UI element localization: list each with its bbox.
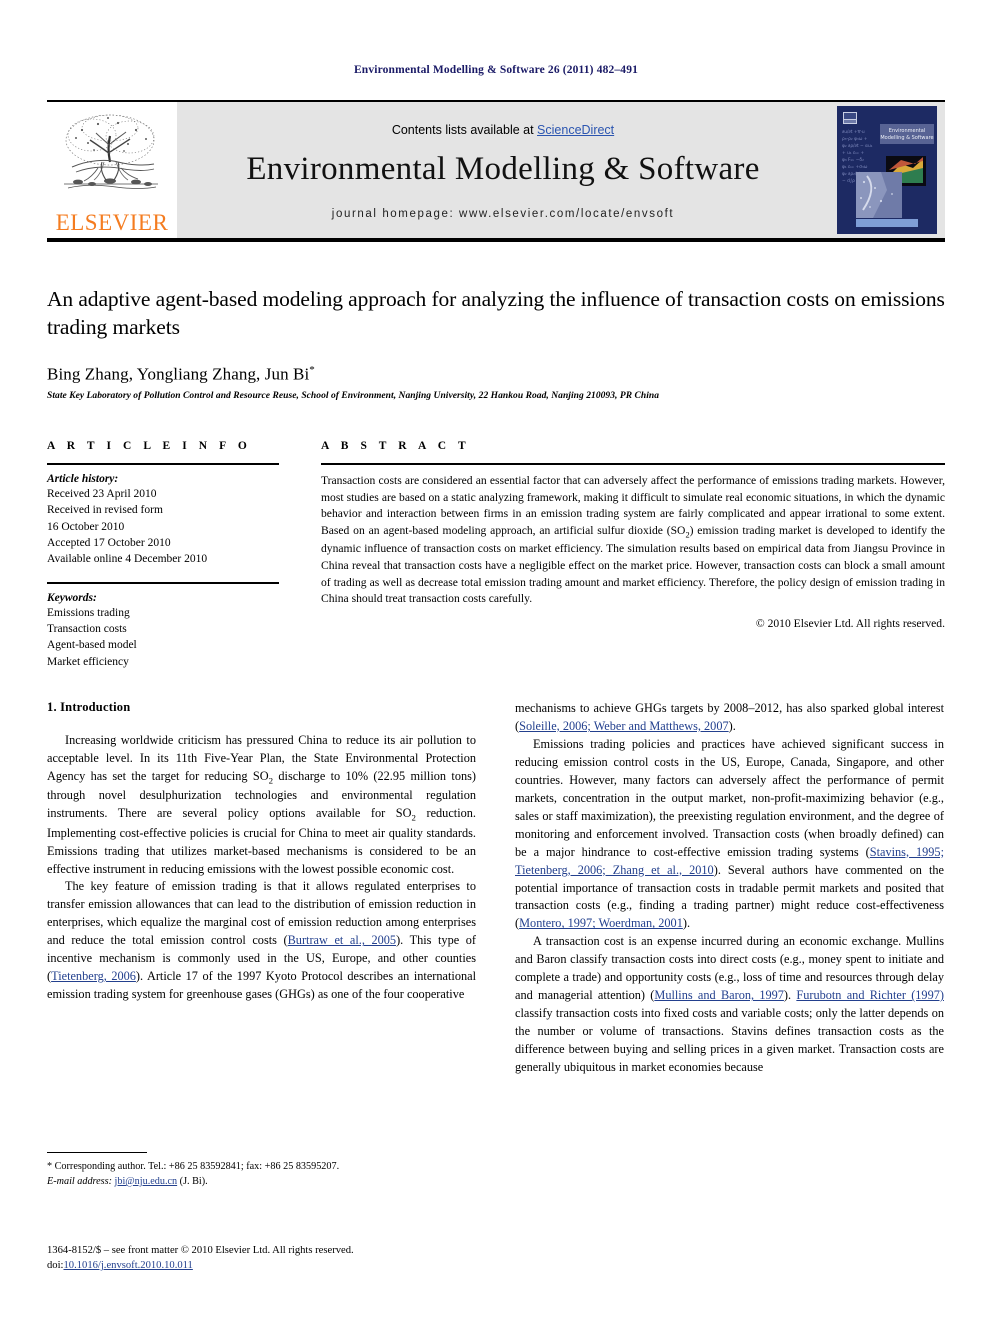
column-gutter <box>279 440 321 670</box>
keyword-item: Market efficiency <box>47 655 129 668</box>
para-text: ). <box>682 916 691 931</box>
citation-link[interactable]: Montero, 1997; Woerdman, 2001 <box>519 916 683 930</box>
journal-masthead: ELSEVIER Contents lists available at Sci… <box>47 100 945 242</box>
keyword-item: Agent-based model <box>47 639 137 652</box>
running-head: Environmental Modelling & Software 26 (2… <box>353 64 638 76</box>
contents-available-line: Contents lists available at ScienceDirec… <box>392 123 614 137</box>
contents-prefix: Contents lists available at <box>391 122 538 137</box>
abstract-column: A B S T R A C T Transaction costs are co… <box>321 440 945 670</box>
footnote-rule <box>47 1152 147 1153</box>
body-right-column: mechanisms to achieve GHGs targets by 20… <box>515 700 944 1220</box>
footnote-contact-text: Corresponding author. Tel.: +86 25 83592… <box>52 1161 340 1172</box>
article-title: An adaptive agent-based modeling approac… <box>47 287 945 340</box>
paper-page: Environmental Modelling & Software 26 (2… <box>0 0 992 1323</box>
journal-banner: Contents lists available at ScienceDirec… <box>177 102 829 238</box>
author-list: Bing Zhang, Yongliang Zhang, Jun Bi* <box>47 364 945 385</box>
citation-link[interactable]: Furubotn and Richter (1997) <box>796 988 944 1002</box>
footnote-email-line: E-mail address: jbi@nju.edu.cn (J. Bi). <box>47 1175 476 1190</box>
para-text: Emissions trading policies and practices… <box>515 736 944 859</box>
journal-cover-thumbnail: ∂u/∂t +∇·u ρ₃-ρ₂ φ₃ω + φ₂ ∂ρ/∂t − αu₁ + … <box>837 106 937 234</box>
section-heading-introduction: 1. Introduction <box>47 700 131 714</box>
citation-link[interactable]: Soleille, 2006; Weber and Matthews, 2007 <box>519 719 729 733</box>
front-matter-line: 1364-8152/$ – see front matter © 2010 El… <box>47 1245 354 1256</box>
masthead-bottom-rule <box>47 238 945 242</box>
elsevier-tree-icon <box>58 110 166 210</box>
journal-title: Environmental Modelling & Software <box>246 150 760 187</box>
keywords-rule <box>47 581 279 584</box>
history-online: Available online 4 December 2010 <box>47 553 208 566</box>
svg-text:φ₃ Fₖₖ −δ₂: φ₃ Fₖₖ −δ₂ <box>842 157 864 163</box>
citation-link[interactable]: Mullins and Baron, 1997 <box>654 988 784 1002</box>
para-text: ). <box>783 988 797 1003</box>
keyword-item: Transaction costs <box>47 622 127 635</box>
citation-link[interactable]: Tietenberg, 2006 <box>51 969 136 983</box>
email-suffix: (J. Bi). <box>177 1175 208 1187</box>
email-address-label: E-mail address: <box>47 1175 112 1187</box>
page-footer: 1364-8152/$ – see front matter © 2010 El… <box>47 1243 747 1274</box>
abstract-rule <box>321 463 945 465</box>
body-columns: 1. Introduction Increasing worldwide cri… <box>47 700 945 1220</box>
keywords-label: Keywords: <box>47 591 97 604</box>
article-history-label: Article history: <box>47 473 119 485</box>
author-names: Bing Zhang, Yongliang Zhang, Jun Bi <box>47 364 310 384</box>
abstract-heading: A B S T R A C T <box>321 440 471 452</box>
para-text: classify transaction costs into fixed co… <box>515 1006 944 1075</box>
svg-text:ρ₃-ρ₂ φ₃ω +: ρ₃-ρ₂ φ₃ω + <box>842 136 868 142</box>
abstract-text: Transaction costs are considered an esse… <box>321 473 945 608</box>
svg-text:φ₁ εₖₖ +σ₃ω: φ₁ εₖₖ +σ₃ω <box>842 164 868 170</box>
doi-link[interactable]: 10.1016/j.envsoft.2010.10.011 <box>63 1260 192 1271</box>
affiliation: State Key Laboratory of Pollution Contro… <box>47 391 660 402</box>
history-revised-label: Received in revised form <box>47 504 163 517</box>
email-link[interactable]: jbi@nju.edu.cn <box>115 1176 178 1187</box>
paragraph: Increasing worldwide criticism has press… <box>47 732 476 878</box>
elsevier-logo: ELSEVIER <box>47 102 177 238</box>
article-info-column: A R T I C L E I N F O Article history: R… <box>47 440 279 670</box>
journal-homepage[interactable]: journal homepage: www.elsevier.com/locat… <box>332 208 674 220</box>
svg-text:φ₂ ∂ρ/∂t − αu₁: φ₂ ∂ρ/∂t − αu₁ <box>842 143 873 149</box>
footnote-contact: * Corresponding author. Tel.: +86 25 835… <box>47 1160 476 1175</box>
body-left-column: 1. Introduction Increasing worldwide cri… <box>47 700 476 1220</box>
keyword-item: Emissions trading <box>47 606 130 619</box>
journal-cover-cell: ∂u/∂t +∇·u ρ₃-ρ₂ φ₃ω + φ₂ ∂ρ/∂t − αu₁ + … <box>829 102 945 238</box>
elsevier-wordmark: ELSEVIER <box>55 210 169 235</box>
article-info-rule <box>47 463 279 465</box>
para-text: ). <box>728 718 736 733</box>
abstract-copyright: © 2010 Elsevier Ltd. All rights reserved… <box>755 617 945 631</box>
doi-label: doi: <box>47 1260 64 1272</box>
svg-text:+ u₁ εₖₖ +: + u₁ εₖₖ + <box>842 150 865 156</box>
svg-text:Modelling & Software: Modelling & Software <box>880 135 933 141</box>
corresponding-author-footnote: * Corresponding author. Tel.: +86 25 835… <box>47 1152 476 1190</box>
info-abstract-row: A R T I C L E I N F O Article history: R… <box>47 440 945 670</box>
sciencedirect-link[interactable]: ScienceDirect <box>537 123 614 137</box>
history-received: Received 23 April 2010 <box>47 488 157 500</box>
paragraph: Emissions trading policies and practices… <box>515 736 944 933</box>
paragraph: mechanisms to achieve GHGs targets by 20… <box>515 700 944 736</box>
history-accepted: Accepted 17 October 2010 <box>47 536 171 549</box>
doi-line: doi:10.1016/j.envsoft.2010.10.011 <box>47 1258 747 1273</box>
paragraph: A transaction cost is an expense incurre… <box>515 933 944 1077</box>
paragraph: The key feature of emission trading is t… <box>47 878 476 1004</box>
citation-link[interactable]: Burtraw et al., 2005 <box>288 933 396 947</box>
svg-text:Environmental: Environmental <box>889 128 925 134</box>
svg-text:∂u/∂t +∇·u: ∂u/∂t +∇·u <box>842 129 865 135</box>
article-info-heading: A R T I C L E I N F O <box>47 440 252 452</box>
corresponding-author-marker[interactable]: * <box>309 364 315 376</box>
history-revised-date: 16 October 2010 <box>47 520 125 533</box>
title-block: An adaptive agent-based modeling approac… <box>47 285 945 401</box>
